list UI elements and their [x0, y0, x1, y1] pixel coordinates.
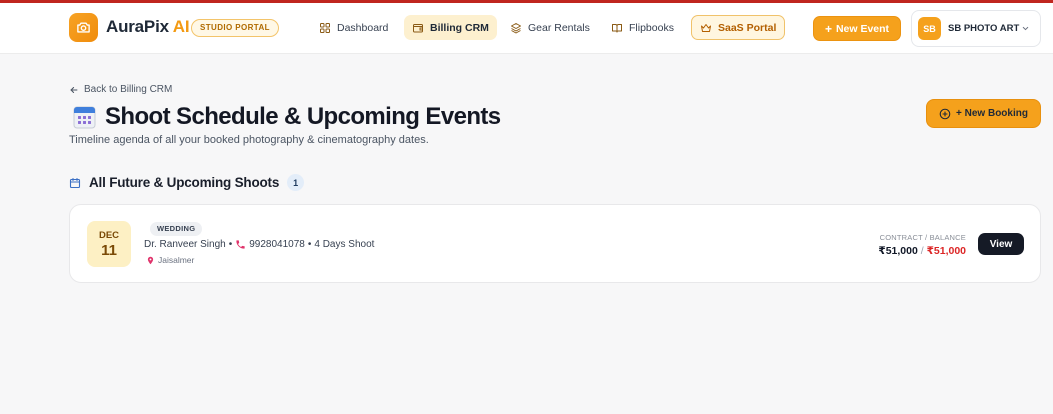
nav-saas-portal[interactable]: SaaS Portal: [691, 15, 786, 40]
calendar-icon: [73, 106, 96, 129]
portal-badge: STUDIO PORTAL: [191, 19, 279, 37]
contract-balance-label: CONTRACT / BALANCE: [879, 233, 966, 242]
brand-accent: AI: [172, 17, 190, 36]
new-event-button[interactable]: + New Event: [813, 16, 901, 41]
chevron-down-icon: [1022, 26, 1029, 31]
top-navigation-bar: AuraPix AI STUDIO PORTAL Dashboard Billi…: [0, 3, 1053, 54]
nav-label: Flipbooks: [629, 21, 674, 34]
account-menu[interactable]: SB SB PHOTO ART: [911, 10, 1041, 47]
nav-dashboard[interactable]: Dashboard: [311, 15, 396, 40]
page-subtitle: Timeline agenda of all your booked photo…: [69, 134, 429, 146]
separator-dot: •: [228, 239, 233, 250]
view-label: View: [989, 238, 1013, 250]
page-title: Shoot Schedule & Upcoming Events: [105, 103, 501, 130]
count-badge: 1: [287, 174, 305, 191]
client-name: Dr. Ranveer Singh: [144, 239, 226, 250]
contract-amount: ₹51,000: [878, 245, 918, 257]
event-type-tag: WEDDING: [150, 222, 203, 236]
event-date-box: DEC 11: [87, 221, 131, 267]
avatar: SB: [918, 17, 941, 40]
event-details: Dr. Ranveer Singh • 9928041078 • 4 Days …: [144, 239, 374, 250]
nav-billing-crm[interactable]: Billing CRM: [404, 15, 497, 40]
phone-icon: [236, 240, 245, 249]
crown-icon: [701, 23, 711, 32]
event-card[interactable]: DEC 11 WEDDING Dr. Ranveer Singh • 99280…: [69, 204, 1041, 283]
nav-flipbooks[interactable]: Flipbooks: [603, 15, 682, 40]
back-link[interactable]: Back to Billing CRM: [69, 84, 172, 95]
brand-name[interactable]: AuraPix AI: [106, 17, 190, 37]
account-name: SB PHOTO ART: [948, 23, 1020, 34]
grid-icon: [320, 22, 330, 33]
nav-label: Billing CRM: [430, 21, 489, 34]
nav-label: Gear Rentals: [528, 21, 590, 34]
separator-dot: •: [307, 239, 312, 250]
balance-amount: ₹51,000: [926, 245, 966, 257]
section-title: All Future & Upcoming Shoots: [89, 175, 280, 190]
back-link-label: Back to Billing CRM: [84, 84, 173, 95]
new-event-label: New Event: [835, 22, 890, 35]
event-month: DEC: [98, 230, 120, 241]
arrow-left-icon: [70, 86, 78, 93]
plus-circle-icon: [939, 108, 951, 119]
contract-balance-amounts: ₹51,000 / ₹51,000: [878, 245, 966, 257]
new-booking-button[interactable]: + New Booking: [926, 99, 1041, 128]
event-day: 11: [101, 242, 117, 259]
nav-label: Dashboard: [337, 21, 389, 34]
wallet-icon: [413, 23, 423, 32]
event-location: Jaisalmer: [146, 255, 194, 265]
logo-camera-icon[interactable]: [69, 13, 98, 42]
book-icon: [612, 23, 622, 32]
nav-label: SaaS Portal: [718, 21, 777, 34]
calendar-outline-icon: [69, 177, 81, 188]
location-name: Jaisalmer: [158, 255, 195, 265]
client-phone: 9928041078: [249, 239, 305, 250]
new-booking-label: + New Booking: [956, 108, 1028, 119]
map-pin-icon: [147, 256, 154, 264]
view-event-button[interactable]: View: [978, 233, 1024, 255]
section-header: All Future & Upcoming Shoots 1: [69, 174, 305, 191]
layers-icon: [511, 22, 521, 33]
plus-icon: +: [824, 21, 832, 36]
avatar-initials: SB: [923, 23, 936, 34]
shoot-duration: 4 Days Shoot: [314, 239, 375, 250]
nav-gear-rentals[interactable]: Gear Rentals: [502, 15, 598, 40]
brand-main: AuraPix: [106, 17, 169, 36]
